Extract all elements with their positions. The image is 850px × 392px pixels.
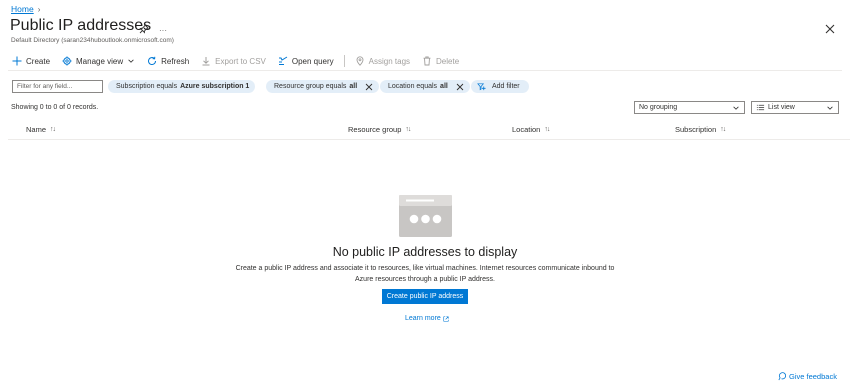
resource-group-filter-label: Resource group equals <box>274 83 347 90</box>
view-select-value: List view <box>768 104 795 111</box>
toolbar-divider-line <box>8 70 842 71</box>
learn-more-link[interactable]: Learn more <box>405 315 449 322</box>
sort-icon: ↑↓ <box>405 126 411 133</box>
sort-ascending-icon: ↑↓ <box>50 126 56 133</box>
chevron-down-icon <box>827 106 833 110</box>
trash-icon <box>423 56 431 66</box>
location-filter-value: all <box>440 83 448 90</box>
download-icon <box>202 57 210 66</box>
remove-filter-icon[interactable] <box>456 83 464 91</box>
add-filter-label: Add filter <box>492 83 520 90</box>
list-icon <box>756 104 765 111</box>
open-query-label: Open query <box>291 56 334 66</box>
plus-icon <box>12 56 22 66</box>
breadcrumb-separator: › <box>37 4 41 14</box>
empty-state-title: No public IP addresses to display <box>332 245 518 259</box>
more-options-icon[interactable]: ··· <box>159 26 167 35</box>
resource-group-filter-value: all <box>349 83 358 90</box>
assign-tags-button[interactable]: Assign tags <box>355 56 410 66</box>
feedback-icon <box>778 372 786 381</box>
empty-state-description: Create a public IP address and associate… <box>235 265 615 283</box>
column-header-location[interactable]: Location ↑↓ <box>512 125 550 134</box>
column-header-label: Subscription <box>675 125 717 134</box>
refresh-label: Refresh <box>161 56 190 66</box>
chevron-down-icon <box>128 59 134 63</box>
close-icon[interactable] <box>824 22 836 34</box>
give-feedback-label: Give feedback <box>789 372 837 381</box>
command-bar: Create Manage view Refresh Export to CSV… <box>12 53 471 69</box>
refresh-button[interactable]: Refresh <box>147 56 189 66</box>
directory-subtitle: Default Directory (saran234huboutlook.on… <box>11 37 174 44</box>
column-header-resource-group[interactable]: Resource group ↑↓ <box>348 125 411 134</box>
create-button[interactable]: Create <box>12 56 50 66</box>
chevron-down-icon <box>733 106 739 110</box>
breadcrumb: Home › <box>11 4 40 14</box>
add-filter-icon <box>477 83 486 91</box>
query-icon <box>278 56 288 65</box>
subscription-filter-label: Subscription equals <box>116 83 178 90</box>
table-header-divider <box>8 139 850 140</box>
location-filter-label: Location equals <box>388 83 438 90</box>
remove-filter-icon[interactable] <box>365 83 373 91</box>
manage-view-label: Manage view <box>76 56 124 66</box>
column-header-subscription[interactable]: Subscription ↑↓ <box>675 125 726 134</box>
give-feedback-link[interactable]: Give feedback <box>777 372 837 381</box>
grouping-select[interactable]: No grouping <box>634 101 745 114</box>
toolbar-divider <box>343 55 345 67</box>
page-title: Public IP addresses <box>10 17 152 34</box>
add-filter-button[interactable]: Add filter <box>471 80 529 93</box>
column-header-label: Resource group <box>348 125 402 134</box>
external-link-icon <box>443 315 449 322</box>
manage-view-button[interactable]: Manage view <box>62 56 135 66</box>
filter-search-input[interactable] <box>12 80 103 93</box>
view-select[interactable]: List view <box>751 101 839 114</box>
column-header-name[interactable]: Name ↑↓ <box>26 125 56 134</box>
breadcrumb-home-link[interactable]: Home <box>11 4 34 14</box>
grouping-select-value: No grouping <box>639 104 678 111</box>
create-label: Create <box>26 56 51 66</box>
delete-label: Delete <box>436 56 460 66</box>
sort-icon: ↑↓ <box>544 126 550 133</box>
location-filter-pill[interactable]: Location equals all <box>380 80 470 93</box>
create-public-ip-button[interactable]: Create public IP address <box>382 289 468 304</box>
tag-icon <box>356 56 364 66</box>
column-header-label: Name <box>26 125 47 134</box>
refresh-icon <box>148 56 157 66</box>
assign-tags-label: Assign tags <box>368 56 411 66</box>
gear-icon <box>62 56 72 66</box>
subscription-filter-pill[interactable]: Subscription equals Azure subscription 1 <box>108 80 256 93</box>
subscription-filter-value: Azure subscription 1 <box>180 83 250 90</box>
learn-more-label: Learn more <box>405 315 441 322</box>
delete-button[interactable]: Delete <box>422 56 459 66</box>
resource-group-filter-pill[interactable]: Resource group equals all <box>266 80 380 93</box>
records-count: Showing 0 to 0 of 0 records. <box>11 104 99 111</box>
export-csv-label: Export to CSV <box>215 56 266 66</box>
sort-icon: ↑↓ <box>720 126 726 133</box>
empty-state-window-icon <box>399 195 452 237</box>
export-csv-button[interactable]: Export to CSV <box>201 56 266 66</box>
open-query-button[interactable]: Open query <box>278 56 334 66</box>
column-header-label: Location <box>512 125 541 134</box>
